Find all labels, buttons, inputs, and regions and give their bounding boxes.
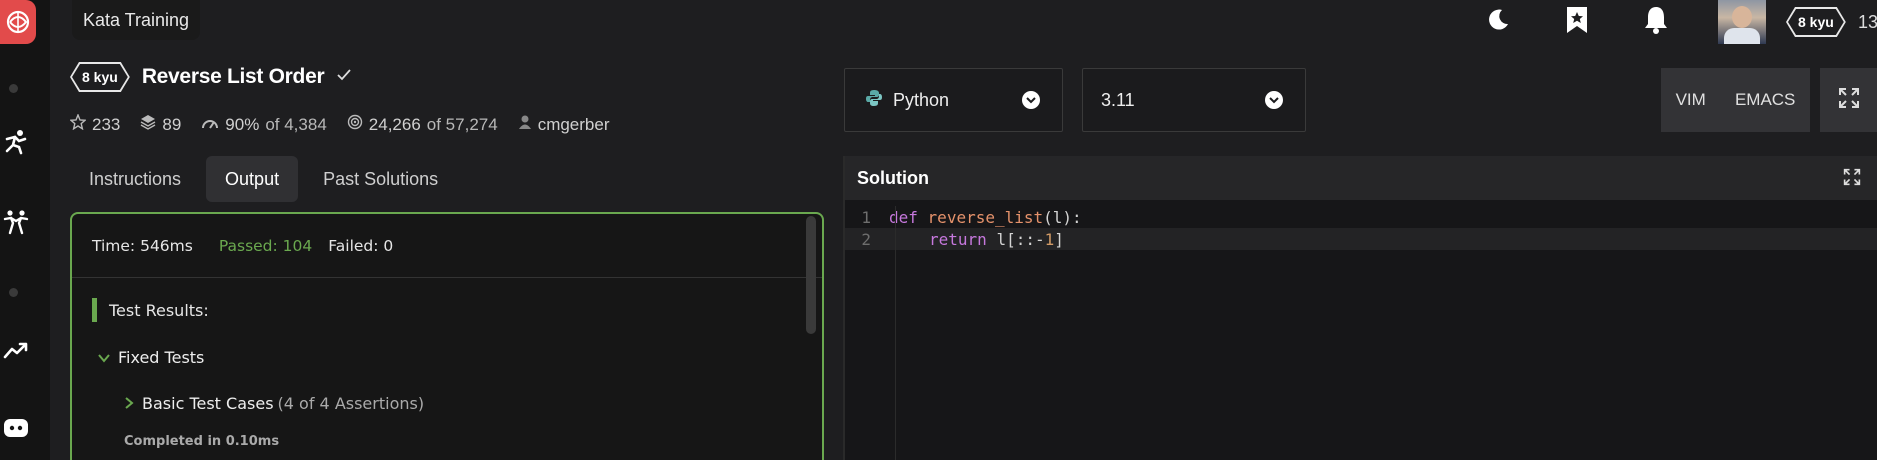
layers-icon [140,114,156,135]
dark-mode-toggle[interactable] [1484,0,1512,44]
tab-output[interactable]: Output [206,156,299,202]
star-icon [69,113,87,135]
chevron-down-icon [98,348,110,367]
code-line[interactable]: 2 return l[::-1] [845,228,1877,250]
honor-count: 13 [1858,11,1877,32]
moon-icon [1484,6,1512,39]
language-select[interactable]: Python [844,68,1063,132]
completed-stat: 24,266 of 57,274 [347,114,498,135]
python-icon [865,89,883,112]
avatar-image [1718,0,1766,44]
code-line[interactable]: 1 def reverse_list(l): [845,206,1877,228]
user-rank-badge: 8 kyu [1786,0,1846,44]
kata-header: 8 kyu Reverse List Order [70,62,352,92]
solution-header: Solution [845,156,1877,200]
user-avatar[interactable] [1718,0,1766,44]
editor-mode-toggle: VIM EMACS [1661,68,1810,132]
bookmarks-button[interactable] [1564,0,1590,44]
fixed-tests-group[interactable]: Fixed Tests [98,348,204,367]
satisfaction-stat: 90% of 4,384 [201,115,327,135]
test-results-heading: Test Results: [92,298,209,322]
nav-separator-dot [9,288,18,297]
kata-tabs: Instructions Output Past Solutions [70,156,457,202]
codewars-trainer: Kata Training 8 kyu 13 8 kyu Reverse Lis… [0,0,1877,460]
user-icon [518,114,532,135]
kata-training-button[interactable]: Kata Training [72,0,200,40]
nav-separator-dot [9,84,18,93]
check-icon [336,68,352,87]
discord-icon[interactable] [2,414,30,442]
output-scrollbar[interactable] [806,216,816,334]
chevron-down-icon [1022,91,1040,109]
notifications-button[interactable] [1642,0,1670,44]
kata-rank-badge: 8 kyu [70,62,130,92]
test-summary: Time: 546ms Passed: 104 Failed: 0 [72,214,822,278]
line-gutter [895,206,896,460]
target-icon [347,114,363,135]
stars-stat[interactable]: 233 [69,113,120,135]
codewars-logo-icon[interactable] [0,0,36,44]
tab-past-solutions[interactable]: Past Solutions [304,156,457,202]
emacs-mode-button[interactable]: EMACS [1735,90,1795,110]
bell-icon [1642,5,1670,40]
vim-mode-button[interactable]: VIM [1676,90,1706,110]
solution-editor: Solution 1 def reverse_list(l): 2 return… [843,156,1877,460]
satisfaction-gauge-icon [201,115,219,135]
version-select[interactable]: 3.11 [1082,68,1306,132]
left-nav-rail [0,0,50,460]
leaderboard-trend-icon[interactable] [2,336,30,364]
code-area[interactable]: 1 def reverse_list(l): 2 return l[::-1] [845,206,1877,460]
kata-title[interactable]: Reverse List Order [142,65,325,89]
kumite-icon[interactable] [2,208,30,236]
kata-stats: 233 89 90% of 4,384 24,266 of 57,274 cmger… [69,113,630,135]
fullscreen-button[interactable] [1820,68,1877,132]
basic-test-cases-group[interactable]: Basic Test Cases (4 of 4 Assertions) [124,394,424,413]
tab-instructions[interactable]: Instructions [70,156,200,202]
completed-time: Completed in 0.10ms [124,434,280,449]
run-time: Time: 546ms [92,236,193,255]
line-number: 2 [861,229,871,249]
passed-count: Passed: 104 [218,236,313,255]
author-link[interactable]: cmgerber [518,114,610,135]
green-indicator-bar [92,298,97,322]
expand-icon[interactable] [1843,168,1861,191]
chevron-down-icon [1265,91,1283,109]
practice-icon[interactable] [2,128,30,156]
failed-count: Failed: 0 [328,236,394,255]
output-panel: Time: 546ms Passed: 104 Failed: 0 Test R… [70,212,824,460]
line-number: 1 [861,207,871,227]
chevron-right-icon [124,394,134,413]
collections-stat[interactable]: 89 [140,114,181,135]
bookmark-star-icon [1564,5,1590,40]
expand-icon [1838,87,1860,114]
